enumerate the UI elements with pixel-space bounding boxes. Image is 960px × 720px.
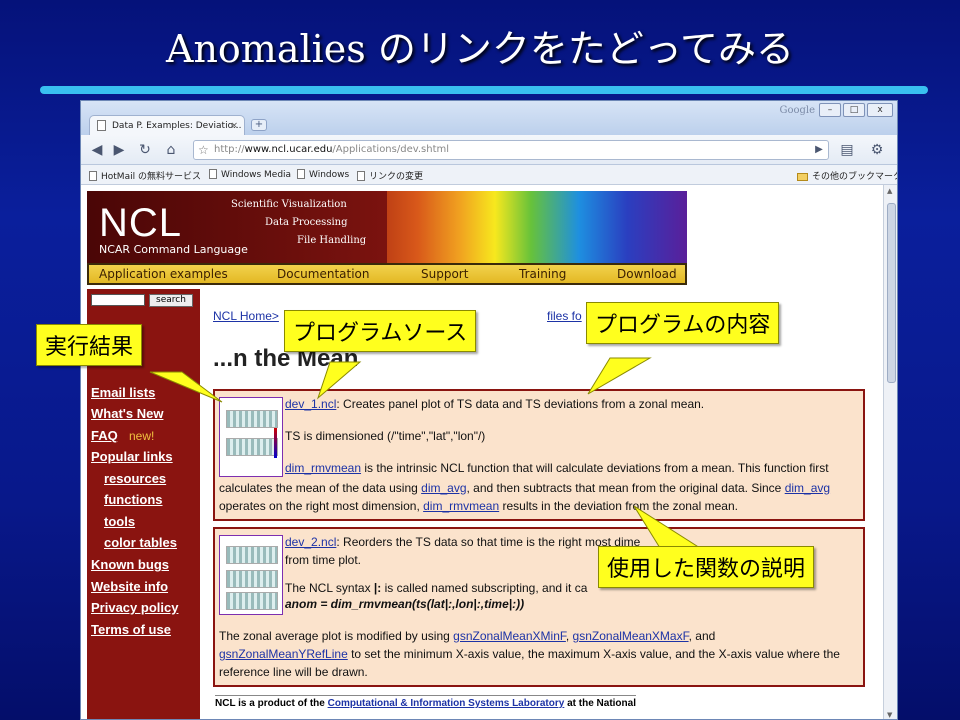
folder-icon bbox=[797, 173, 808, 181]
maximize-button[interactable]: □ bbox=[843, 103, 865, 117]
scrollbar-thumb[interactable] bbox=[887, 203, 896, 383]
wrench-icon[interactable]: ⚙ bbox=[867, 141, 887, 159]
url-path: /Applications/dev.shtml bbox=[332, 144, 450, 155]
page-icon bbox=[97, 120, 106, 131]
sidebar-item-whats-new[interactable]: What's New bbox=[91, 406, 163, 421]
nav-support[interactable]: Support bbox=[421, 267, 468, 281]
function-link[interactable]: dim_rmvmean bbox=[423, 499, 499, 513]
vertical-scrollbar[interactable]: ▲ ▼ bbox=[883, 185, 897, 719]
footer: NCL is a product of the Computational & … bbox=[215, 695, 636, 709]
tab-title: Data P. Examples: Deviatio... bbox=[112, 121, 242, 131]
tab-close-icon[interactable]: × bbox=[230, 116, 238, 136]
title-bar: Google – □ x Data P. Examples: Deviatio.… bbox=[81, 101, 897, 136]
bookmark-item[interactable]: Windows bbox=[297, 169, 349, 180]
result-thumbnail[interactable] bbox=[219, 535, 283, 615]
page-viewport: NCL NCAR Command Language Scientific Vis… bbox=[81, 185, 883, 719]
bookmark-item[interactable]: HotMail の無料サービス bbox=[89, 169, 201, 182]
new-badge: new! bbox=[129, 429, 155, 443]
sidebar-item-functions[interactable]: functions bbox=[104, 492, 163, 507]
nav-documentation[interactable]: Documentation bbox=[277, 267, 370, 281]
callout-contents: プログラムの内容 bbox=[586, 302, 780, 344]
callout-result: 実行結果 bbox=[36, 324, 143, 366]
bookmark-item[interactable]: リンクの変更 bbox=[357, 169, 423, 182]
source-link[interactable]: dev_2.ncl bbox=[285, 535, 336, 549]
callout-function: 使用した関数の説明 bbox=[598, 546, 815, 588]
browser-tab[interactable]: Data P. Examples: Deviatio... × bbox=[89, 115, 245, 136]
tagline: Data Processing bbox=[265, 217, 348, 228]
reload-icon[interactable]: ↻ bbox=[135, 141, 155, 159]
url-host: www.ncl.ucar.edu bbox=[244, 144, 333, 155]
home-icon[interactable]: ⌂ bbox=[161, 141, 181, 159]
example-box-1: dev_1.ncl: Creates panel plot of TS data… bbox=[213, 389, 865, 521]
bookmarks-bar: HotMail の無料サービス Windows Media Windows リン… bbox=[81, 165, 897, 185]
minimize-button[interactable]: – bbox=[819, 103, 841, 117]
bookmark-item[interactable]: Windows Media bbox=[209, 169, 291, 180]
page-icon bbox=[357, 171, 365, 181]
breadcrumb[interactable]: NCL Home> bbox=[213, 309, 279, 323]
dims-text: TS is dimensioned (/"time","lat","lon"/) bbox=[285, 429, 486, 443]
sidebar-item-known-bugs[interactable]: Known bugs bbox=[91, 557, 169, 572]
sidebar-item-color-tables[interactable]: color tables bbox=[104, 535, 177, 550]
sidebar-item-faq[interactable]: FAQ bbox=[91, 428, 118, 443]
search-input[interactable] bbox=[91, 294, 145, 306]
site-nav: Application examples Documentation Suppo… bbox=[87, 263, 687, 285]
forward-icon[interactable]: ▶ bbox=[109, 141, 129, 159]
sidebar-item-popular-links[interactable]: Popular links bbox=[91, 449, 173, 464]
ncl-logo: NCL bbox=[99, 201, 183, 245]
back-icon[interactable]: ◀ bbox=[87, 141, 107, 159]
nav-training[interactable]: Training bbox=[519, 267, 566, 281]
function-link[interactable]: dim_avg bbox=[785, 481, 830, 495]
sidebar-item-terms-of-use[interactable]: Terms of use bbox=[91, 622, 171, 637]
slide-title: Anomalies のリンクをたどってみる bbox=[166, 27, 794, 71]
page-icon bbox=[89, 171, 97, 181]
sidebar-item-privacy-policy[interactable]: Privacy policy bbox=[91, 600, 178, 615]
breadcrumb-tail[interactable]: files fo bbox=[547, 309, 582, 323]
ncl-banner[interactable]: NCL NCAR Command Language Scientific Vis… bbox=[87, 191, 687, 263]
ncl-subtitle: NCAR Command Language bbox=[99, 243, 248, 256]
toolbar: ◀ ▶ ↻ ⌂ ☆ http://www.ncl.ucar.edu/Applic… bbox=[81, 135, 897, 165]
other-bookmarks[interactable]: その他のブックマーク bbox=[797, 169, 897, 182]
page-icon bbox=[297, 169, 305, 179]
page-menu-icon[interactable]: ▤ bbox=[837, 141, 857, 159]
code-sample: anom = dim_rmvmean(ts(lat|:,lon|:,time|:… bbox=[285, 597, 525, 611]
browser-window: Google – □ x Data P. Examples: Deviatio.… bbox=[80, 100, 898, 720]
close-window-button[interactable]: x bbox=[867, 103, 893, 117]
callout-source: プログラムソース bbox=[284, 310, 477, 352]
url-scheme: http:// bbox=[214, 144, 245, 155]
search-button[interactable]: search bbox=[149, 294, 193, 307]
tagline: File Handling bbox=[297, 235, 367, 246]
function-link[interactable]: dim_rmvmean bbox=[285, 461, 361, 475]
google-label: Google bbox=[779, 105, 815, 116]
bookmark-star-icon[interactable]: ☆ bbox=[198, 141, 209, 159]
source-link[interactable]: dev_1.ncl bbox=[285, 397, 336, 411]
result-thumbnail[interactable] bbox=[219, 397, 283, 477]
nav-download[interactable]: Download bbox=[617, 267, 677, 281]
go-icon[interactable]: ▶ bbox=[809, 141, 829, 159]
sidebar-item-tools[interactable]: tools bbox=[104, 514, 135, 529]
title-divider bbox=[40, 86, 928, 94]
new-tab-button[interactable]: + bbox=[251, 119, 267, 131]
sidebar-item-email-lists[interactable]: Email lists bbox=[91, 385, 155, 400]
sidebar-item-resources[interactable]: resources bbox=[104, 471, 166, 486]
sidebar-item-website-info[interactable]: Website info bbox=[91, 579, 168, 594]
tagline: Scientific Visualization bbox=[231, 199, 347, 210]
nav-application-examples[interactable]: Application examples bbox=[99, 267, 228, 281]
address-bar[interactable]: ☆ http://www.ncl.ucar.edu/Applications/d… bbox=[193, 140, 829, 160]
function-link[interactable]: dim_avg bbox=[421, 481, 466, 495]
page-icon bbox=[209, 169, 217, 179]
